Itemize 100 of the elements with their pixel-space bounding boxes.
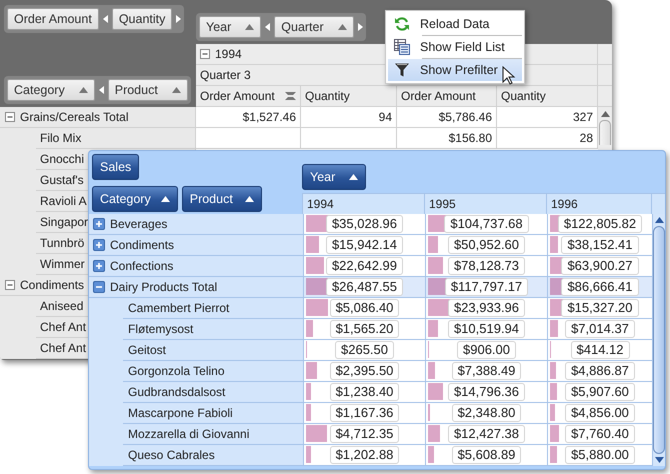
row-header: Wimmer <box>39 256 85 274</box>
scroll-up-icon[interactable] <box>600 111 610 117</box>
sort-icon[interactable] <box>244 196 254 202</box>
cell-value: $1,167.36 <box>330 404 400 422</box>
sort-icon[interactable] <box>172 87 181 93</box>
row-header: Aniseed <box>39 298 84 316</box>
column-header[interactable]: Quantity <box>497 86 598 107</box>
row-header: Chef Ant <box>39 340 86 358</box>
row-header: Filo Mix <box>39 130 82 148</box>
cell-value: $2,348.80 <box>452 404 522 422</box>
table-cell: $5,786.46 <box>397 107 497 128</box>
scrollbar-thumb[interactable] <box>599 120 611 145</box>
sort-icon[interactable] <box>78 87 88 93</box>
field-button[interactable]: Product <box>182 186 262 212</box>
cell-value: $5,086.40 <box>330 299 400 317</box>
cell-value: $4,712.35 <box>330 425 400 443</box>
cell-value: $5,608.89 <box>452 446 522 464</box>
row-header: Queso Cabrales <box>127 447 215 464</box>
cell-value: $1,238.40 <box>330 383 400 401</box>
field-button[interactable]: Product <box>108 79 188 101</box>
field-button[interactable]: Category <box>92 186 178 212</box>
menu-item[interactable]: Show Field List <box>388 36 522 58</box>
cell-value: $86,666.41 <box>561 278 639 296</box>
row-header: Geitost <box>127 342 166 360</box>
cell-value: $5,880.00 <box>565 446 635 464</box>
arrow-left-icon[interactable] <box>98 86 104 94</box>
filter-icon <box>394 62 410 78</box>
row-header[interactable]: Condiments <box>20 275 84 295</box>
column-header: 1994 <box>215 46 242 62</box>
arrow-right-icon[interactable] <box>176 15 182 23</box>
field-list-icon <box>394 39 410 55</box>
cell-value: $7,014.37 <box>565 320 635 338</box>
cell-value: $5,907.60 <box>565 383 635 401</box>
field-button[interactable]: Year <box>199 16 262 38</box>
column-header[interactable]: Order Amount <box>196 86 301 107</box>
cell-value: $1,565.20 <box>330 320 400 338</box>
expand-icon[interactable] <box>93 218 105 230</box>
sort-icon[interactable] <box>349 174 358 180</box>
row-header: Gnocchi <box>39 151 84 168</box>
cell-value: $35,028.96 <box>326 215 404 233</box>
sort-icon[interactable] <box>160 196 170 202</box>
cell-value: $23,933.96 <box>448 299 526 317</box>
cell-value: $1,202.88 <box>330 446 400 464</box>
expand-icon[interactable] <box>93 239 105 251</box>
field-button[interactable]: Category <box>7 79 95 101</box>
cell-value: $22,642.99 <box>326 257 404 275</box>
table-cell: $156.80 <box>397 128 497 149</box>
sort-icon[interactable] <box>338 24 347 30</box>
collapse-icon[interactable] <box>5 280 15 290</box>
scrollbar-thumb[interactable] <box>653 226 665 454</box>
collapse-icon[interactable] <box>200 49 210 59</box>
column-header[interactable]: Order Amount <box>397 86 497 107</box>
row-header: Gustaf's <box>39 172 84 190</box>
collapse-icon[interactable] <box>5 112 15 122</box>
field-button[interactable]: Year <box>302 164 366 190</box>
scroll-up-icon[interactable] <box>654 217 664 223</box>
row-header: Tunnbrö <box>39 235 84 252</box>
field-button[interactable]: Quantity <box>112 8 172 30</box>
refresh-icon <box>394 16 410 32</box>
cell-value: $63,900.27 <box>561 257 639 275</box>
menu-item[interactable]: Show Prefilter <box>388 59 522 81</box>
row-header: Singapor <box>39 214 88 232</box>
cell-value: $4,886.87 <box>565 362 635 380</box>
collapse-icon[interactable] <box>93 281 105 293</box>
menu-item[interactable]: Reload Data <box>388 13 522 35</box>
cell-value: $4,856.00 <box>565 404 635 422</box>
sort-icon[interactable] <box>285 92 296 100</box>
cell-value: $38,152.41 <box>561 236 639 254</box>
table-cell: $1,527.46 <box>196 107 301 128</box>
cell-value: $265.50 <box>335 341 394 359</box>
header-cell <box>598 65 612 86</box>
cell-value: $104,737.68 <box>444 215 529 233</box>
cell-value: $7,760.40 <box>565 425 635 443</box>
row-header: Gorgonzola Telino <box>127 363 225 380</box>
row-header: Ravioli A <box>39 193 87 210</box>
field-button[interactable]: Quarter <box>274 16 354 38</box>
arrow-left-icon[interactable] <box>102 15 108 23</box>
cell-value: $15,942.14 <box>326 236 404 254</box>
cell-value: $26,487.55 <box>326 278 404 296</box>
cell-value: $15,327.20 <box>561 299 639 317</box>
cell-value: $117,797.17 <box>444 278 528 296</box>
arrow-right-icon[interactable] <box>358 23 363 31</box>
table-cell: 94 <box>301 107 397 128</box>
cell-value: $414.12 <box>570 341 630 359</box>
cell-value: $14,796.36 <box>448 383 526 401</box>
cell-value: $7,388.49 <box>452 362 522 380</box>
sort-icon[interactable] <box>245 24 254 30</box>
field-button[interactable]: Sales <box>92 154 140 180</box>
cell-value: $122,805.82 <box>558 215 642 233</box>
row-header: Gudbrandsdalsost <box>127 384 226 402</box>
row-header: Fløtemysost <box>127 321 194 338</box>
arrow-left-icon[interactable] <box>265 23 270 31</box>
field-button[interactable]: Order Amount <box>7 8 99 30</box>
cell-value: $2,395.50 <box>330 362 400 380</box>
column-header[interactable]: Quantity <box>301 86 397 107</box>
scroll-down-icon[interactable] <box>654 457 664 463</box>
expand-icon[interactable] <box>93 260 105 272</box>
cell-value: $10,519.94 <box>448 320 526 338</box>
row-header: Mascarpone Fabioli <box>127 405 233 422</box>
row-header: Mozzarella di Giovanni <box>127 426 250 444</box>
